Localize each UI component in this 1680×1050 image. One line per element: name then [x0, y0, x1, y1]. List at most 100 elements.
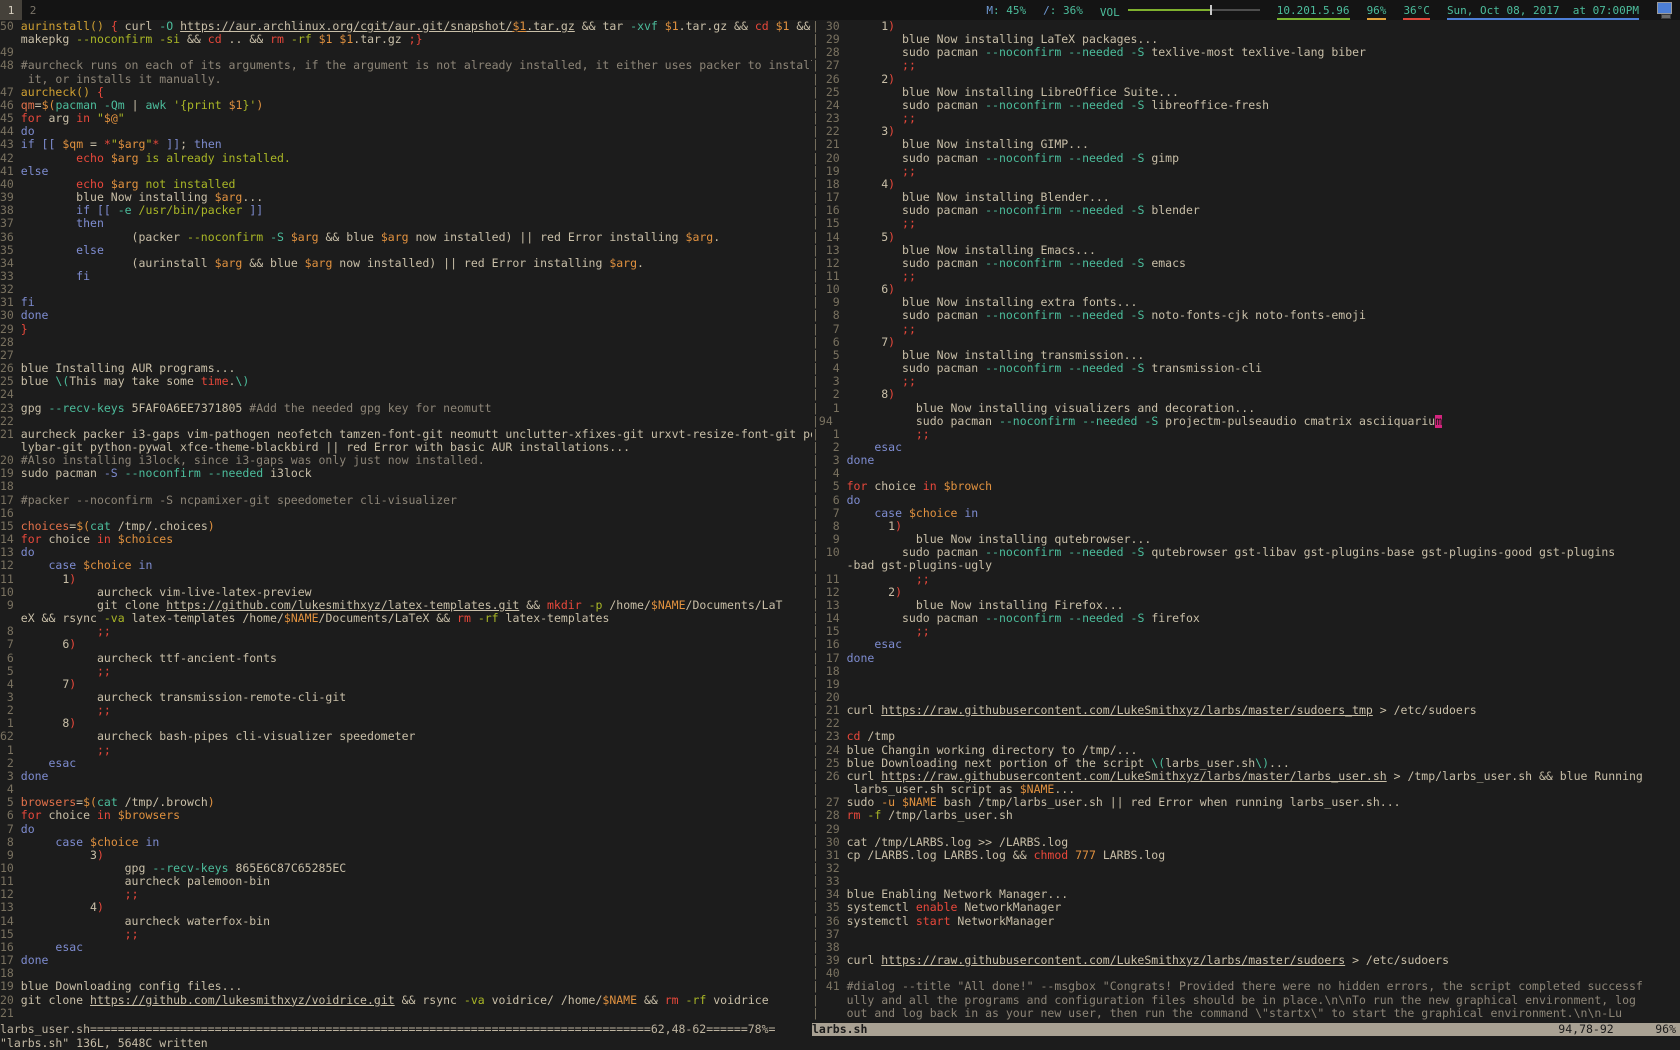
- code-row: 10 aurcheck vim-live-latex-preview: [0, 586, 812, 599]
- code-row: | 23 cd /tmp: [812, 730, 1680, 743]
- code-row: 50 aurinstall() { curl -O https://aur.ar…: [0, 20, 812, 33]
- code-row: 12 case $choice in: [0, 559, 812, 572]
- code-row: | 29: [812, 823, 1680, 836]
- line-number-gutter: 45: [0, 112, 21, 125]
- code-row: 29 }: [0, 323, 812, 336]
- line-number-gutter: 17: [0, 954, 21, 967]
- line-number-gutter: 49: [0, 46, 21, 59]
- status-item[interactable]: VOL: [1100, 0, 1260, 20]
- code-row: makepkg --noconfirm -si && cd .. && rm -…: [0, 33, 812, 46]
- line-number-gutter: | 14: [812, 231, 847, 244]
- code-row: 43 if [[ $qm = *"$arg"* ]]; then: [0, 138, 812, 151]
- status-bar: 12 M: 45% /: 36% VOL 10.201.5.96 96% 36°C Sun,…: [0, 0, 1680, 20]
- workspace-button-2[interactable]: 2: [22, 0, 44, 20]
- line-number-gutter: | 36: [812, 915, 847, 928]
- line-number-gutter: 35: [0, 244, 21, 257]
- line-number-gutter: 31: [0, 296, 21, 309]
- code-row: 3 aurcheck transmission-remote-cli-git: [0, 691, 812, 704]
- code-row: 18: [0, 967, 812, 980]
- code-row: | 14 sudo pacman --noconfirm --needed -S…: [812, 612, 1680, 625]
- status-item[interactable]: Sun, Oct 08, 2017 at 07:00PM: [1447, 0, 1639, 20]
- line-number-gutter: | 16: [812, 638, 847, 651]
- code-row: | 20: [812, 691, 1680, 704]
- line-number-gutter: | 25: [812, 757, 847, 770]
- line-number-gutter: 1: [0, 717, 21, 730]
- line-number-gutter: 16: [0, 941, 21, 954]
- code-row: | 16 sudo pacman --noconfirm --needed -S…: [812, 204, 1680, 217]
- line-number-gutter: | 18: [812, 665, 847, 678]
- line-number-gutter: 21: [0, 428, 21, 441]
- tray-monitor-icon[interactable]: [1656, 2, 1674, 18]
- code-row: 31 fi: [0, 296, 812, 309]
- code-row: 13 do: [0, 546, 812, 559]
- code-row: 37 then: [0, 217, 812, 230]
- line-number-gutter: | 2: [812, 441, 847, 454]
- code-row: 7 do: [0, 823, 812, 836]
- line-number-gutter: | 33: [812, 875, 847, 888]
- code-row: 25 blue \(This may take some time.\): [0, 375, 812, 388]
- code-row: 62 aurcheck bash-pipes cli-visualizer sp…: [0, 730, 812, 743]
- line-number-gutter: 11: [0, 573, 21, 586]
- code-row: | 37: [812, 928, 1680, 941]
- volume-slider[interactable]: [1128, 0, 1260, 20]
- code-row: | 17 done: [812, 652, 1680, 665]
- code-row: 39 blue Now installing $arg...: [0, 191, 812, 204]
- line-number-gutter: | 25: [812, 86, 847, 99]
- code-row: 6 for choice in $browsers: [0, 809, 812, 822]
- code-row: | 24 blue Changin working directory to /…: [812, 744, 1680, 757]
- code-row: 38 if [[ -e /usr/bin/packer ]]: [0, 204, 812, 217]
- code-row: | 21 blue Now installing GIMP...: [812, 138, 1680, 151]
- line-number-gutter: | 14: [812, 612, 847, 625]
- code-row: 41 else: [0, 165, 812, 178]
- status-item[interactable]: 96%: [1367, 0, 1387, 20]
- code-row: 12 ;;: [0, 888, 812, 901]
- code-row: 11 1): [0, 573, 812, 586]
- code-row: | 25 blue Downloading next portion of th…: [812, 757, 1680, 770]
- status-item[interactable]: 10.201.5.96: [1277, 0, 1350, 20]
- line-number-gutter: | 38: [812, 941, 847, 954]
- code-row: 4 7): [0, 678, 812, 691]
- workspace-button-1[interactable]: 1: [0, 0, 22, 20]
- line-number-gutter: 1: [0, 744, 21, 757]
- code-row: | 15 ;;: [812, 217, 1680, 230]
- code-row: | 36 systemctl start NetworkManager: [812, 915, 1680, 928]
- code-row: | -bad gst-plugins-ugly: [812, 559, 1680, 572]
- code-row: | 1 blue Now installing visualizers and …: [812, 402, 1680, 415]
- code-row: 14 for choice in $choices: [0, 533, 812, 546]
- line-number-gutter: 2: [0, 704, 21, 717]
- line-number-gutter: | 34: [812, 888, 847, 901]
- line-number-gutter: | 18: [812, 178, 847, 191]
- line-number-gutter: | 30: [812, 20, 847, 33]
- line-number-gutter: 33: [0, 270, 21, 283]
- code-row: | 28 sudo pacman --noconfirm --needed -S…: [812, 46, 1680, 59]
- code-row: | 9 blue Now installing extra fonts...: [812, 296, 1680, 309]
- code-row: | 22: [812, 717, 1680, 730]
- editor-pane-left[interactable]: 50 aurinstall() { curl -O https://aur.ar…: [0, 20, 812, 1023]
- status-item[interactable]: /: 36%: [1043, 0, 1083, 20]
- vim-editor[interactable]: 50 aurinstall() { curl -O https://aur.ar…: [0, 20, 1680, 1023]
- status-item[interactable]: 36°C: [1403, 0, 1430, 20]
- line-number-gutter: 10: [0, 586, 21, 599]
- editor-pane-right[interactable]: | 30 1)| 29 blue Now installing LaTeX pa…: [812, 20, 1680, 1023]
- code-row: | 19 ;;: [812, 165, 1680, 178]
- line-number-gutter: | 26: [812, 770, 847, 783]
- line-number-gutter: | 1: [812, 402, 847, 415]
- line-number-gutter: 13: [0, 546, 21, 559]
- line-number-gutter: 43: [0, 138, 21, 151]
- code-row: | 9 blue Now installing qutebrowser...: [812, 533, 1680, 546]
- code-row: 32: [0, 283, 812, 296]
- code-row: | 20 sudo pacman --noconfirm --needed -S…: [812, 152, 1680, 165]
- code-row: 11 aurcheck palemoon-bin: [0, 875, 812, 888]
- code-row: | 13 blue Now installing Emacs...: [812, 244, 1680, 257]
- line-number-gutter: | 4: [812, 467, 847, 480]
- code-row: 8 ;;: [0, 625, 812, 638]
- code-row: | 34 blue Enabling Network Manager...: [812, 888, 1680, 901]
- code-row: 18: [0, 480, 812, 493]
- line-number-gutter: | 5: [812, 480, 847, 493]
- code-row: | 23 ;;: [812, 112, 1680, 125]
- code-row: lybar-git python-pywal xfce-theme-blackb…: [0, 441, 812, 454]
- statusline-inactive: larbs_user.sh===========================…: [0, 1023, 812, 1036]
- line-number-gutter: [0, 441, 21, 454]
- code-row: 4: [0, 783, 812, 796]
- status-item[interactable]: M: 45%: [986, 0, 1026, 20]
